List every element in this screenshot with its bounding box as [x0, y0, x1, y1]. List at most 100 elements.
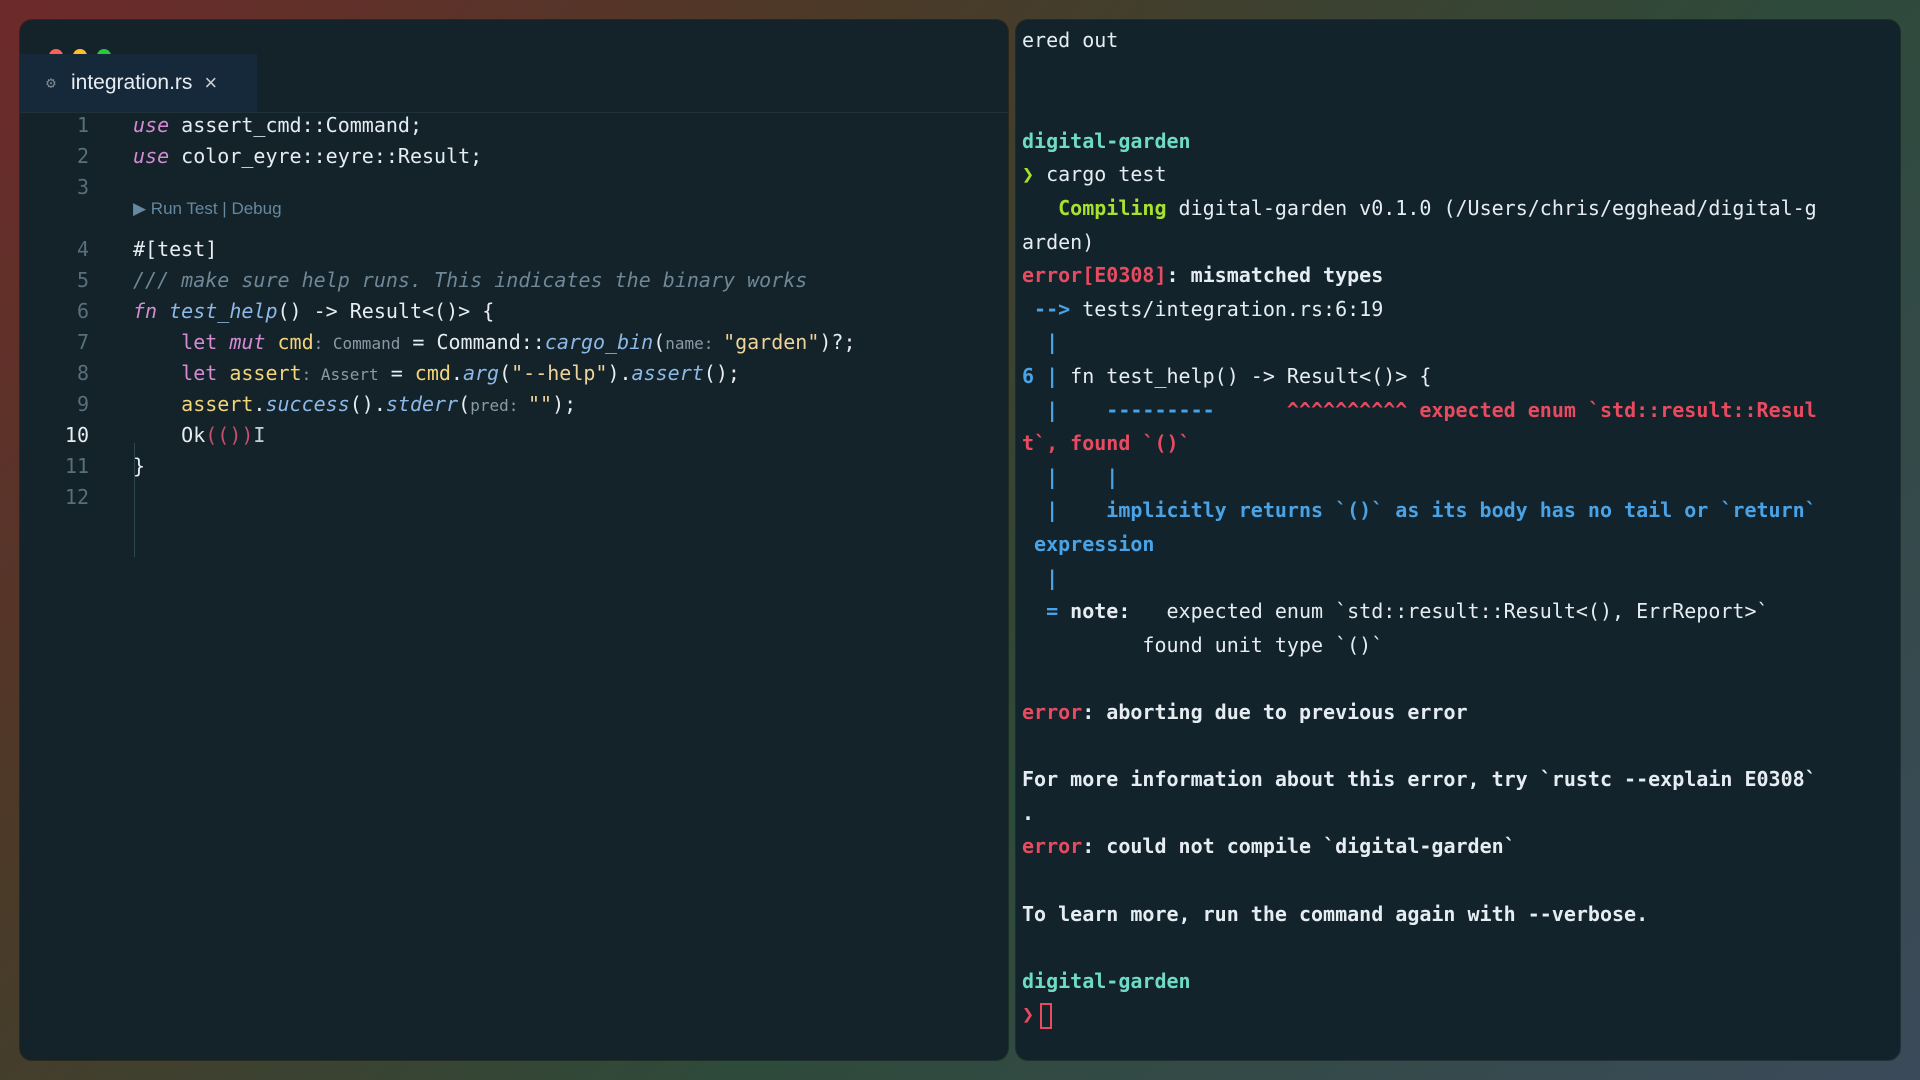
code-token: assert_cmd::Command; — [169, 113, 422, 137]
code-text: fn test_help() -> Result<()> { — [133, 296, 494, 327]
code-token: Ok — [133, 423, 206, 447]
code-line[interactable]: 11} — [20, 451, 1008, 482]
terminal-line: digital-garden — [1022, 965, 1191, 998]
code-token: ); — [552, 392, 577, 416]
rust-file-icon: ⚙ — [46, 73, 56, 92]
terminal-line: | — [1022, 562, 1058, 595]
terminal-token: : aborting due to previous error — [1082, 700, 1468, 724]
terminal-token: --------- — [1058, 397, 1215, 422]
code-text: use color_eyre::eyre::Result; — [133, 141, 482, 172]
terminal-line: | implicitly returns `()` as its body ha… — [1022, 494, 1817, 527]
terminal-token: | — [1022, 330, 1059, 355]
code-token: cmd — [277, 330, 314, 354]
code-token: assert — [631, 361, 704, 385]
line-number: 1 — [76, 113, 89, 137]
terminal-token: error — [1022, 834, 1083, 859]
terminal-token: : could not compile `digital-garden` — [1082, 834, 1516, 859]
terminal-line: | --------- ^^^^^^^^^^ expected enum `st… — [1022, 394, 1817, 427]
code-line[interactable]: 4 #[test] — [20, 234, 1008, 265]
code-token: mut — [229, 330, 266, 354]
code-token: : Assert — [301, 365, 379, 384]
code-token: ( — [499, 361, 512, 385]
code-line[interactable]: 2 use color_eyre::eyre::Result; — [20, 141, 1008, 172]
code-token: let — [181, 361, 218, 385]
code-text: assert.success().stderr(pred: ""); — [133, 389, 576, 421]
code-line[interactable]: 7 let mut cmd: Command = Command::cargo_… — [20, 327, 1008, 358]
terminal-token: | | — [1022, 464, 1119, 489]
terminal-line: | — [1022, 326, 1058, 359]
code-token: ( — [653, 330, 666, 354]
terminal-token: Compiling — [1022, 196, 1167, 220]
code-text: #[test] — [133, 234, 217, 265]
code-token: use — [133, 144, 170, 168]
line-number: 2 — [76, 144, 89, 168]
code-token: I — [253, 423, 266, 447]
code-line[interactable]: 5 /// make sure help runs. This indicates… — [20, 265, 1008, 296]
tab-title: integration.rs — [71, 71, 193, 94]
code-text: use assert_cmd::Command; — [133, 110, 422, 141]
code-token: assert — [229, 361, 302, 385]
terminal-line: = note: expected enum `std::result::Resu… — [1022, 595, 1768, 628]
code-token: "" — [527, 392, 553, 416]
code-line[interactable]: 9 assert.success().stderr(pred: ""); — [20, 389, 1008, 420]
terminal-token: found unit type `()` — [1022, 632, 1384, 657]
terminal-line: --> tests/integration.rs:6:19 — [1022, 293, 1383, 326]
code-line[interactable]: 1 use assert_cmd::Command; — [20, 110, 1008, 141]
terminal-line: For more information about this error, t… — [1022, 763, 1817, 796]
code-token: () -> Result<()> { — [277, 299, 495, 323]
code-area[interactable]: 1 use assert_cmd::Command; 2 use color_eyre… — [20, 112, 1008, 1060]
tab-integration-rs[interactable]: ⚙ integration.rs × — [20, 54, 257, 112]
line-number: 8 — [76, 361, 89, 385]
code-token: . — [253, 392, 266, 416]
terminal-line: arden) — [1022, 226, 1094, 259]
terminal-token: 6 | — [1022, 364, 1059, 388]
code-token: ( — [458, 392, 471, 416]
terminal-line: ered out — [1022, 24, 1118, 57]
code-token: ). — [607, 361, 632, 385]
terminal-line: . — [1022, 797, 1034, 830]
code-token: #[test] — [133, 237, 218, 261]
code-text: } — [133, 451, 145, 482]
code-token: cargo_bin — [544, 330, 654, 354]
terminal-token: = — [1022, 599, 1059, 624]
code-token: (). — [349, 392, 386, 416]
code-token: (()) — [205, 423, 254, 447]
terminal-token: error[E0308] — [1022, 263, 1167, 288]
terminal-token: : mismatched types — [1166, 263, 1384, 288]
line-number: 12 — [64, 485, 89, 509]
terminal-window[interactable]: ered out digital-garden ❯ cargo test Compi… — [1016, 20, 1900, 1060]
close-tab-icon[interactable]: × — [204, 70, 217, 96]
terminal-line: found unit type `()` — [1022, 629, 1383, 662]
code-text: let mut cmd: Command = Command::cargo_bi… — [133, 327, 855, 359]
code-token: . — [450, 361, 463, 385]
code-token: /// make sure help runs. This indicates … — [133, 268, 808, 292]
code-token: stderr — [385, 392, 459, 416]
terminal-token: | — [1022, 397, 1059, 422]
terminal-token: error — [1022, 700, 1083, 724]
code-line[interactable]: 8 let assert: Assert = cmd.arg("--help")… — [20, 358, 1008, 389]
terminal-token: expression — [1022, 532, 1155, 556]
line-number: 9 — [76, 392, 89, 416]
terminal-token: tests/integration.rs:6:19 — [1070, 296, 1384, 321]
code-token: name: — [665, 334, 724, 353]
terminal-token: ❯ — [1022, 162, 1035, 187]
run-test-codelens[interactable]: ▶ Run Test | Debug — [133, 199, 282, 219]
code-line[interactable]: 6 fn test_help() -> Result<()> { — [20, 296, 1008, 327]
code-text: let assert: Assert = cmd.arg("--help").a… — [133, 358, 740, 390]
terminal-line: digital-garden — [1022, 125, 1191, 158]
terminal-line: error[E0308]: mismatched types — [1022, 259, 1383, 292]
terminal-token: . — [1022, 800, 1035, 825]
code-line[interactable]: 10 Ok(())I — [20, 420, 1008, 451]
code-token: cmd — [414, 361, 451, 385]
terminal-token: fn test_help() -> Result<()> { — [1058, 364, 1432, 388]
terminal-token: arden) — [1022, 229, 1095, 254]
code-line[interactable]: 12 — [20, 482, 1008, 513]
code-token: arg — [462, 361, 500, 385]
terminal-line: error: aborting due to previous error — [1022, 696, 1468, 729]
terminal-line: 6 | fn test_help() -> Result<()> { — [1022, 360, 1431, 393]
